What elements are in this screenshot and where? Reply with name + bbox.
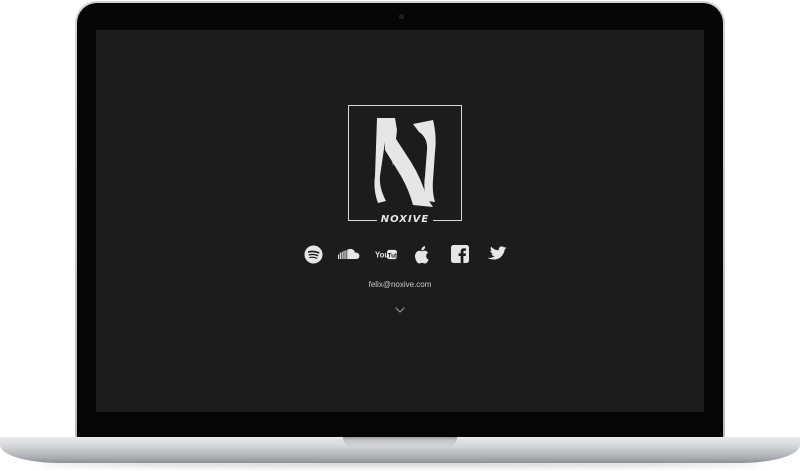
apple-music-link[interactable] — [412, 243, 432, 265]
spotify-icon — [303, 244, 323, 264]
twitter-link[interactable] — [486, 243, 508, 265]
logo-n-mark — [374, 118, 436, 207]
screen-bezel: NOXIVE You Tu felix@noxive.com — [77, 3, 723, 437]
camera — [399, 14, 404, 19]
facebook-icon — [451, 245, 469, 263]
twitter-icon — [487, 246, 507, 260]
youtube-icon: You Tube — [375, 249, 397, 259]
chevron-down-icon[interactable] — [395, 306, 405, 314]
laptop-lid: NOXIVE You Tu felix@noxive.com — [75, 1, 725, 439]
facebook-link[interactable] — [450, 243, 470, 265]
wordmark-text: NOXIVE — [376, 214, 434, 226]
soundcloud-icon — [338, 248, 360, 260]
soundcloud-link[interactable] — [337, 243, 361, 265]
svg-text:Tube: Tube — [388, 252, 397, 259]
apple-icon — [414, 245, 429, 264]
spotify-link[interactable] — [302, 243, 324, 265]
noxive-logo[interactable]: NOXIVE — [348, 105, 462, 226]
youtube-link[interactable]: You Tube — [374, 243, 398, 265]
laptop-mockup: NOXIVE You Tu felix@noxive.com — [0, 0, 800, 471]
logo-wordmark: NOXIVE — [349, 209, 461, 227]
lid-opening-notch — [343, 437, 457, 446]
social-links: You Tube — [96, 243, 704, 265]
website-screen: NOXIVE You Tu felix@noxive.com — [96, 30, 704, 412]
contact-email[interactable]: felix@noxive.com — [96, 280, 704, 290]
